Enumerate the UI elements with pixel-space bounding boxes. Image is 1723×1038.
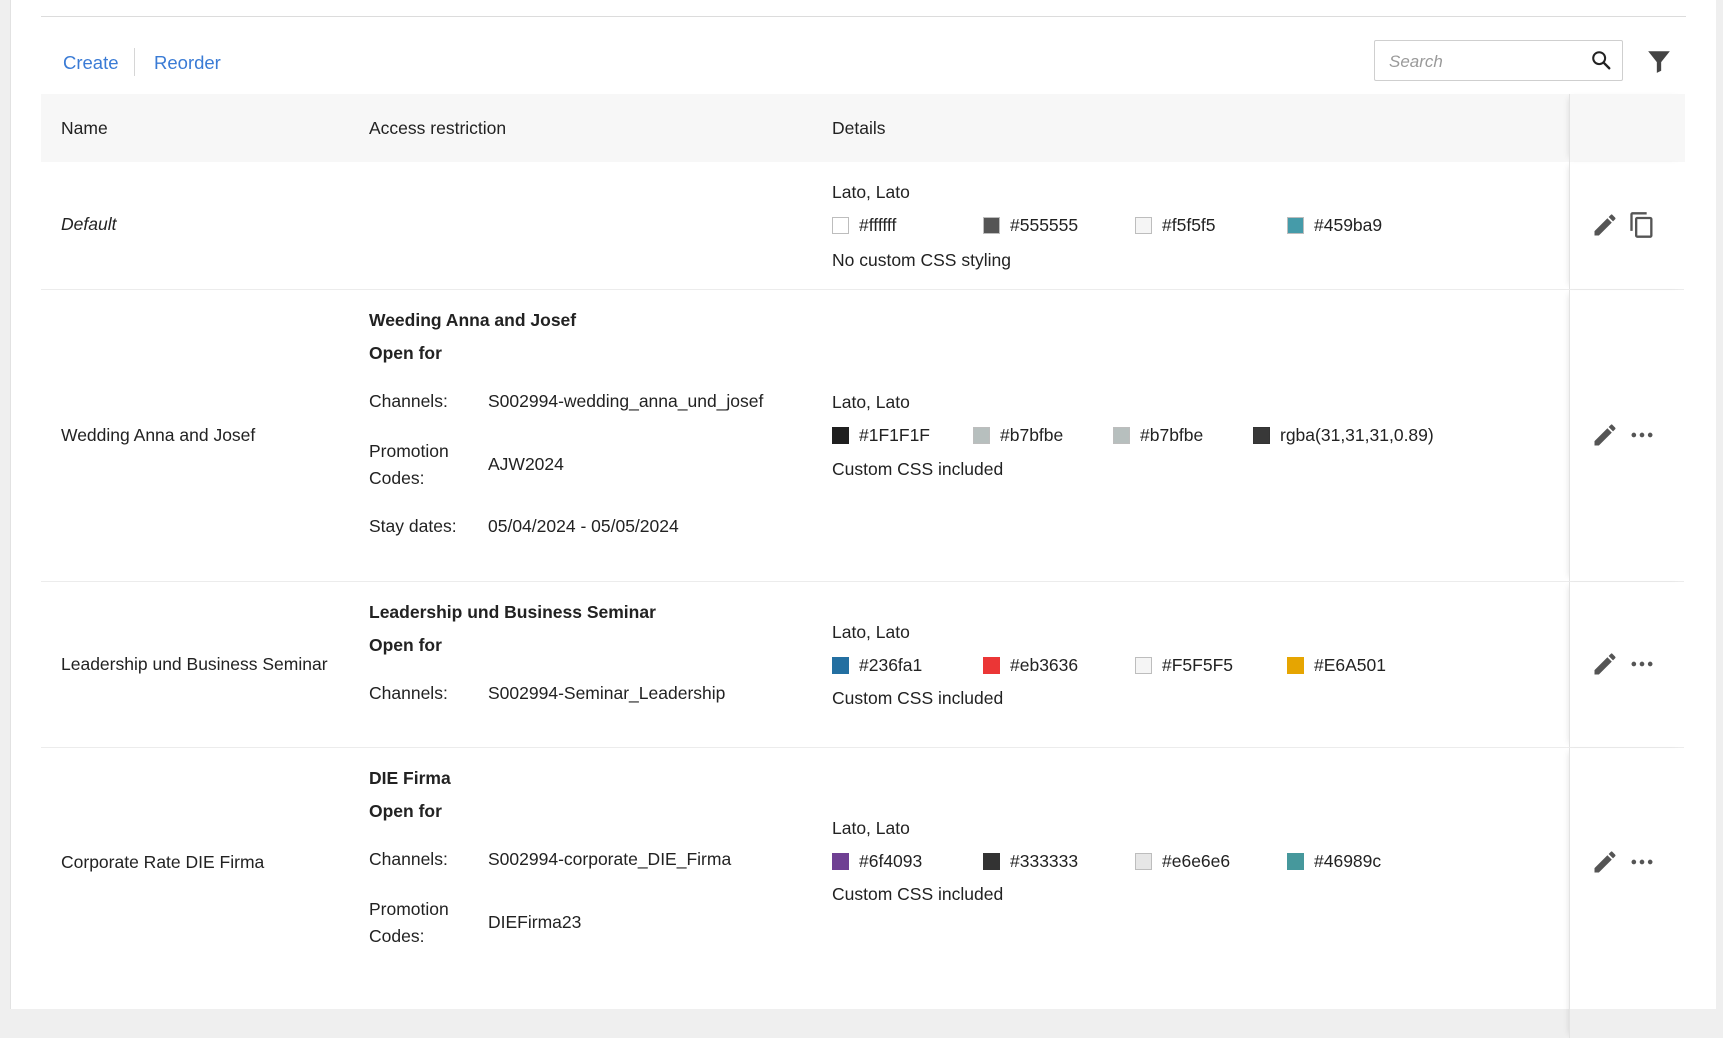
column-header-details[interactable]: Details [832, 118, 886, 139]
details-cell: Lato, Lato #6f4093 #333333 #e6e6e6 #4698… [832, 748, 1552, 1038]
access-open-for: Open for [369, 343, 442, 363]
field-label: Channels: [369, 849, 448, 869]
actions-column-header [1569, 94, 1685, 162]
field-label: Promotion Codes: [369, 441, 449, 488]
color-swatch: #46989c [1287, 851, 1381, 872]
row-name: Default [61, 214, 117, 234]
details-css-status: Custom CSS included [832, 688, 1004, 708]
field-value: S002994-Seminar_Leadership [488, 683, 726, 703]
table-header: Name Access restriction Details [41, 94, 1685, 162]
search-box[interactable] [1374, 40, 1623, 81]
color-swatch: #eb3636 [983, 655, 1078, 676]
filter-icon[interactable] [1646, 48, 1672, 74]
details-font: Lato, Lato [832, 818, 910, 838]
color-swatches: #6f4093 #333333 #e6e6e6 #46989c [832, 851, 1532, 875]
access-restriction-cell: DIE Firma Open for Channels: S002994-cor… [369, 748, 819, 1038]
row-name: Leadership und Business Seminar [61, 654, 328, 674]
access-open-for: Open for [369, 635, 442, 655]
field-label: Channels: [369, 683, 448, 703]
edit-icon[interactable] [1591, 650, 1619, 678]
color-swatches: #ffffff #555555 #f5f5f5 #459ba9 [832, 215, 1532, 239]
field-value: S002994-wedding_anna_und_josef [488, 391, 764, 411]
row-name: Corporate Rate DIE Firma [61, 852, 265, 872]
color-swatch: #b7bfbe [1113, 425, 1203, 446]
details-css-status: Custom CSS included [832, 459, 1004, 479]
color-swatches: #236fa1 #eb3636 #F5F5F5 #E6A501 [832, 655, 1532, 679]
field-value: 05/04/2024 - 05/05/2024 [488, 516, 679, 536]
search-input[interactable] [1387, 49, 1581, 75]
details-font: Lato, Lato [832, 182, 910, 202]
toolbar: Create Reorder [41, 38, 1686, 84]
table-row[interactable]: Leadership und Business Seminar Leadersh… [41, 582, 1684, 748]
details-css-status: No custom CSS styling [832, 250, 1011, 270]
field-value: DIEFirma23 [488, 912, 582, 932]
color-swatch: #1F1F1F [832, 425, 930, 446]
more-icon[interactable] [1628, 650, 1656, 678]
copy-icon[interactable] [1628, 211, 1656, 239]
more-icon[interactable] [1628, 848, 1656, 876]
access-title: DIE Firma [369, 768, 451, 788]
access-restriction-cell: Weeding Anna and Josef Open for Channels… [369, 290, 819, 581]
edit-icon[interactable] [1591, 848, 1619, 876]
reorder-link[interactable]: Reorder [154, 52, 221, 74]
details-cell: Lato, Lato #1F1F1F #b7bfbe #b7bfbe rgba(… [832, 290, 1552, 581]
color-swatch: #236fa1 [832, 655, 922, 676]
color-swatch: #E6A501 [1287, 655, 1386, 676]
color-swatch: #333333 [983, 851, 1078, 872]
access-open-for: Open for [369, 801, 442, 821]
color-swatch: #6f4093 [832, 851, 922, 872]
details-font: Lato, Lato [832, 622, 910, 642]
table-row[interactable]: Wedding Anna and Josef Weeding Anna and … [41, 290, 1684, 582]
field-label: Promotion Codes: [369, 899, 449, 946]
edit-icon[interactable] [1591, 211, 1619, 239]
row-actions [1569, 290, 1685, 581]
color-swatch: #f5f5f5 [1135, 215, 1216, 236]
field-value: AJW2024 [488, 454, 564, 474]
color-swatch: #555555 [983, 215, 1078, 236]
themes-table: Name Access restriction Details Default … [41, 94, 1685, 1038]
color-swatches: #1F1F1F #b7bfbe #b7bfbe rgba(31,31,31,0.… [832, 425, 1532, 449]
create-link[interactable]: Create [63, 52, 119, 74]
field-label: Channels: [369, 391, 448, 411]
divider [41, 16, 1686, 17]
table-row[interactable]: Default Lato, Lato #ffffff #555555 #f5f5… [41, 162, 1684, 290]
color-swatch: #F5F5F5 [1135, 655, 1233, 676]
row-actions [1569, 582, 1685, 747]
column-header-access-restriction[interactable]: Access restriction [369, 118, 506, 139]
more-icon[interactable] [1628, 421, 1656, 449]
details-font: Lato, Lato [832, 392, 910, 412]
color-swatch: rgba(31,31,31,0.89) [1253, 425, 1434, 446]
edit-icon[interactable] [1591, 421, 1619, 449]
access-restriction-cell: Leadership und Business Seminar Open for… [369, 582, 819, 747]
field-label: Stay dates: [369, 516, 457, 536]
row-name: Wedding Anna and Josef [61, 425, 256, 445]
toolbar-separator [134, 48, 135, 76]
field-value: S002994-corporate_DIE_Firma [488, 849, 732, 869]
access-title: Leadership und Business Seminar [369, 602, 656, 622]
color-swatch: #e6e6e6 [1135, 851, 1230, 872]
access-title: Weeding Anna and Josef [369, 310, 577, 330]
column-header-name[interactable]: Name [61, 118, 108, 139]
search-icon[interactable] [1590, 49, 1612, 71]
table-row[interactable]: Corporate Rate DIE Firma DIE Firma Open … [41, 748, 1684, 1038]
color-swatch: #459ba9 [1287, 215, 1382, 236]
content-panel: Create Reorder Name Access restriction D… [10, 0, 1716, 1038]
color-swatch: #b7bfbe [973, 425, 1063, 446]
color-swatch: #ffffff [832, 215, 896, 236]
row-actions [1569, 162, 1685, 289]
row-actions [1569, 748, 1685, 1038]
details-cell: Lato, Lato #236fa1 #eb3636 #F5F5F5 #E6A5… [832, 582, 1552, 747]
details-css-status: Custom CSS included [832, 884, 1004, 904]
details-cell: Lato, Lato #ffffff #555555 #f5f5f5 #459b… [832, 162, 1552, 289]
